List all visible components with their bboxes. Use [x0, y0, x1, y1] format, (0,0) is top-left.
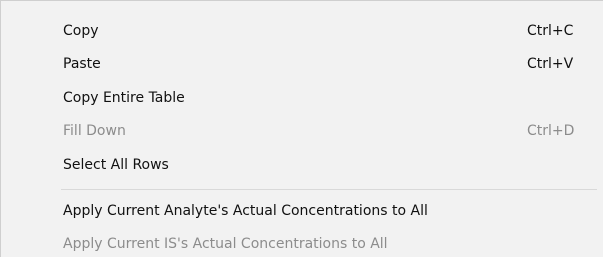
menu-item-copy-entire-table[interactable]: Copy Entire Table — [1, 83, 603, 116]
menu-item-label: Copy — [63, 23, 99, 39]
menu-item-paste[interactable]: Paste Ctrl+V — [1, 49, 603, 82]
menu-item-select-all-rows[interactable]: Select All Rows — [1, 150, 603, 183]
menu-item-label: Apply Current Analyte's Actual Concentra… — [63, 203, 428, 219]
menu-item-fill-down[interactable]: Fill Down Ctrl+D — [1, 116, 603, 149]
menu-item-label: Apply Current IS's Actual Concentrations… — [63, 236, 388, 252]
menu-item-apply-is-concentrations[interactable]: Apply Current IS's Actual Concentrations… — [1, 229, 603, 262]
menu-item-apply-analyte-concentrations[interactable]: Apply Current Analyte's Actual Concentra… — [1, 196, 603, 229]
menu-item-label: Paste — [63, 56, 101, 72]
menu-separator — [61, 189, 597, 190]
menu-item-shortcut: Ctrl+V — [527, 56, 574, 72]
menu-item-label: Select All Rows — [63, 157, 169, 173]
menu-item-label: Fill Down — [63, 123, 126, 139]
menu-item-copy[interactable]: Copy Ctrl+C — [1, 16, 603, 49]
menu-item-shortcut: Ctrl+C — [527, 23, 574, 39]
menu-item-shortcut: Ctrl+D — [527, 123, 575, 139]
menu-item-label: Copy Entire Table — [63, 90, 185, 106]
context-menu: Copy Ctrl+C Paste Ctrl+V Copy Entire Tab… — [0, 0, 603, 257]
